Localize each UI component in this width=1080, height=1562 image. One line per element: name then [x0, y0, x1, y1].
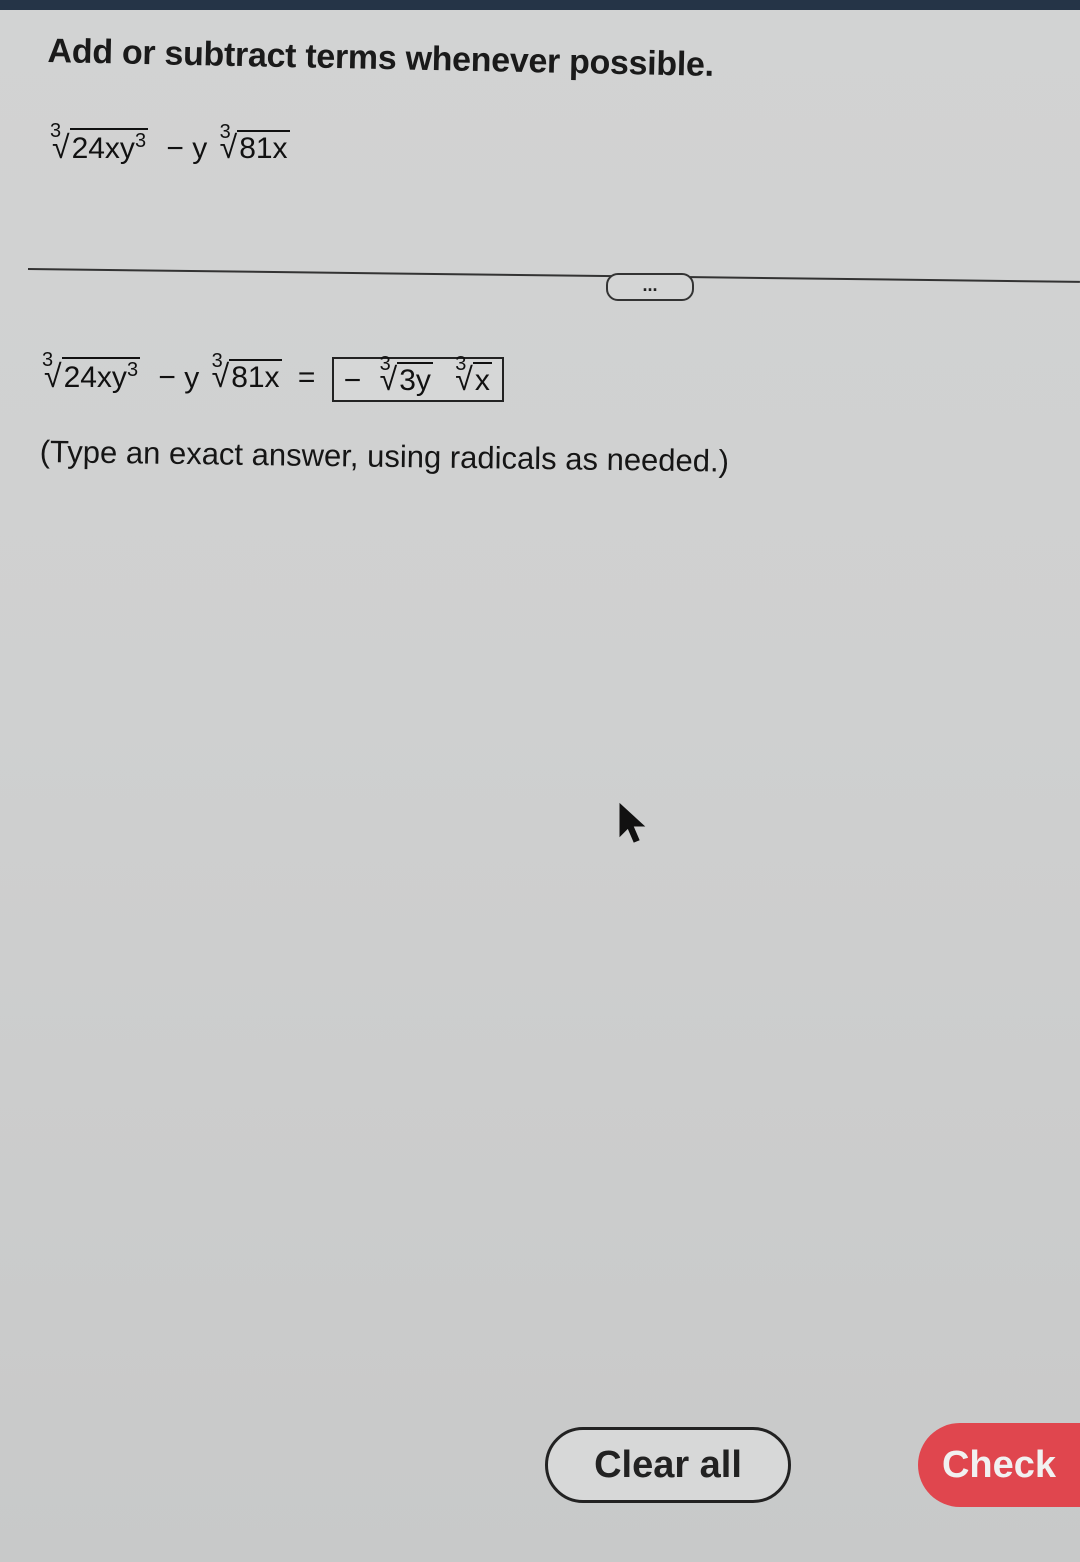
question-instruction: Add or subtract terms whenever possible.: [47, 32, 715, 84]
radicand: 81x: [237, 130, 290, 165]
equals-sign: =: [297, 361, 316, 395]
clear-all-button[interactable]: Clear all: [545, 1427, 791, 1503]
coefficient: y: [184, 361, 200, 395]
answer-radical-2: 3 √x: [455, 353, 492, 398]
radical-term-2: 3 √81x: [220, 121, 290, 166]
radical-index: 3: [455, 353, 467, 375]
radical-index: 3: [219, 121, 231, 143]
answer-input-box[interactable]: − 3 √3y 3 √x: [331, 353, 504, 402]
radicand: 24xy3: [61, 357, 141, 395]
radical-index: 3: [379, 353, 391, 375]
operator: −: [166, 132, 184, 165]
answer-sign: −: [343, 364, 362, 397]
radical-index: 3: [50, 120, 62, 142]
problem-expression: 3 √24xy3 − y 3 √81x: [50, 120, 290, 166]
check-button[interactable]: Check: [918, 1423, 1080, 1507]
answer-expression: 3 √24xy3 − y 3 √81x = − 3 √3y 3 √x: [42, 349, 504, 402]
radicand: 81x: [229, 359, 282, 395]
radical-term-2: 3 √81x: [212, 350, 282, 395]
radicand: x: [472, 362, 492, 397]
operator: −: [158, 361, 176, 395]
answer-radical-1: 3 √3y: [380, 353, 433, 398]
mouse-pointer-icon: [619, 802, 646, 843]
section-divider: [27, 268, 1080, 283]
radical-term-1: 3 √24xy3: [50, 120, 149, 166]
radicand: 24xy3: [69, 128, 149, 165]
answer-hint: (Type an exact answer, using radicals as…: [39, 434, 730, 479]
radical-index: 3: [42, 349, 54, 372]
radicand: 3y: [397, 362, 433, 397]
coefficient: y: [192, 132, 208, 165]
window-top-strip: [0, 0, 1080, 10]
question-panel: Add or subtract terms whenever possible.…: [0, 10, 1080, 1562]
expand-more-button[interactable]: ...: [606, 273, 694, 301]
radical-index: 3: [211, 350, 223, 373]
radical-term-1: 3 √24xy3: [42, 349, 141, 395]
